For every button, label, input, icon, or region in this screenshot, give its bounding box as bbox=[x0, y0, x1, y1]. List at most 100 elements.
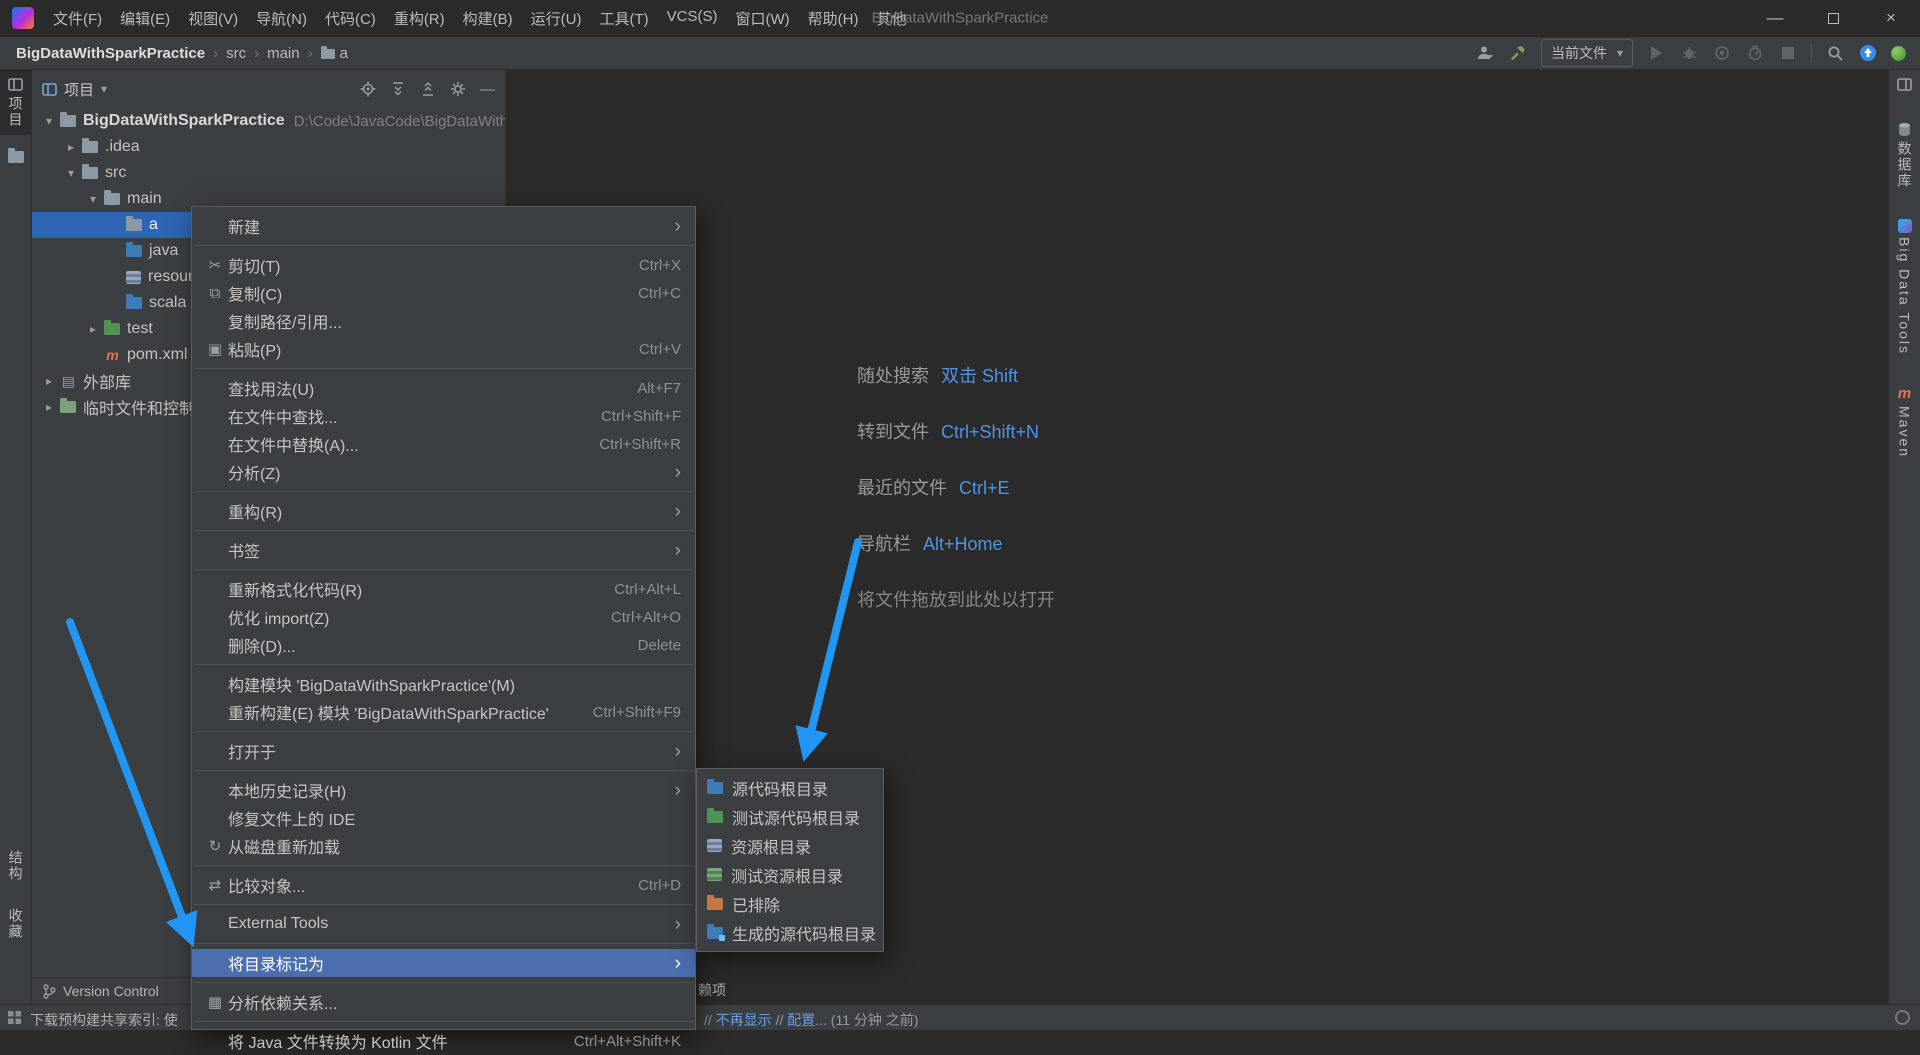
debug-button[interactable] bbox=[1679, 43, 1699, 63]
tree-item-project-root[interactable]: ▾ BigDataWithSparkPractice D:\Code\JavaC… bbox=[32, 108, 505, 134]
tool-window-notifications[interactable] bbox=[1889, 70, 1920, 99]
menu-item-convert-to-kotlin[interactable]: 将 Java 文件转换为 Kotlin 文件Ctrl+Alt+Shift+K bbox=[192, 1027, 695, 1055]
menu-item-refactor[interactable]: 重构(R)› bbox=[192, 497, 695, 525]
window-controls: — × bbox=[1746, 0, 1920, 36]
event-log-icon[interactable] bbox=[1895, 1010, 1910, 1025]
menu-refactor[interactable]: 重构(R) bbox=[385, 3, 454, 34]
build-hammer-icon[interactable] bbox=[1508, 43, 1528, 63]
menu-item-compare-with[interactable]: ⇄比较对象...Ctrl+D bbox=[192, 871, 695, 899]
tool-window-structure-tab[interactable]: 结构 bbox=[6, 850, 26, 882]
tree-item-idea[interactable]: ▸ .idea bbox=[32, 134, 505, 160]
breadcrumb-project[interactable]: BigDataWithSparkPractice bbox=[16, 45, 205, 62]
settings-gear-icon[interactable] bbox=[450, 81, 466, 97]
menu-item-local-history[interactable]: 本地历史记录(H)› bbox=[192, 776, 695, 804]
hint-navigation-bar: 导航栏Alt+Home bbox=[857, 530, 1055, 556]
menu-run[interactable]: 运行(U) bbox=[522, 3, 591, 34]
indexing-status-text[interactable]: 下载预构建共享索引: 使 bbox=[30, 1010, 178, 1030]
menu-item-new[interactable]: 新建› bbox=[192, 212, 695, 240]
menu-vcs[interactable]: VCS(S) bbox=[658, 3, 727, 34]
run-button[interactable] bbox=[1646, 43, 1666, 63]
chevron-right-icon[interactable]: ▸ bbox=[38, 374, 60, 388]
tree-label: .idea bbox=[105, 138, 140, 156]
expand-all-icon[interactable] bbox=[390, 81, 406, 97]
menu-item-copy[interactable]: ⧉复制(C)Ctrl+C bbox=[192, 279, 695, 307]
submenu-item-resources-root[interactable]: 资源根目录 bbox=[697, 831, 883, 860]
menu-code[interactable]: 代码(C) bbox=[316, 3, 385, 34]
submenu-item-sources-root[interactable]: 源代码根目录 bbox=[697, 773, 883, 802]
menu-item-reload-from-disk[interactable]: ↻从磁盘重新加载 bbox=[192, 832, 695, 860]
menu-item-repair-ide[interactable]: 修复文件上的 IDE bbox=[192, 804, 695, 832]
locate-file-icon[interactable] bbox=[360, 81, 376, 97]
chevron-right-icon[interactable]: ▸ bbox=[60, 140, 82, 154]
menu-window[interactable]: 窗口(W) bbox=[726, 3, 798, 34]
hide-panel-icon[interactable]: — bbox=[480, 81, 495, 98]
tool-window-favorites-tab[interactable]: 收藏 bbox=[6, 908, 26, 940]
tool-windows-toggle-icon[interactable] bbox=[7, 1010, 22, 1025]
dont-show-again-link[interactable]: 不再显示 bbox=[716, 1012, 772, 1028]
big-data-tools-icon bbox=[1898, 219, 1912, 233]
menu-item-external-tools[interactable]: External Tools› bbox=[192, 910, 695, 938]
toolbar-run-area: 当前文件 ▾ bbox=[1475, 37, 1906, 69]
menu-tools[interactable]: 工具(T) bbox=[590, 3, 657, 34]
submenu-item-test-sources-root[interactable]: 测试源代码根目录 bbox=[697, 802, 883, 831]
tool-window-project-tab[interactable]: 项目 bbox=[0, 70, 31, 135]
breadcrumb-main[interactable]: main bbox=[267, 45, 300, 62]
menu-item-find-usages[interactable]: 查找用法(U)Alt+F7 bbox=[192, 374, 695, 402]
update-project-icon[interactable] bbox=[1858, 43, 1878, 63]
submenu-item-excluded[interactable]: 已排除 bbox=[697, 889, 883, 918]
minimize-button[interactable]: — bbox=[1746, 0, 1804, 36]
profiler-button[interactable] bbox=[1745, 43, 1765, 63]
menu-navigate[interactable]: 导航(N) bbox=[247, 3, 316, 34]
menu-separator bbox=[194, 1021, 693, 1022]
menu-item-paste[interactable]: ▣粘贴(P)Ctrl+V bbox=[192, 335, 695, 363]
right-tool-strip: 数据库 Big Data Tools m Maven bbox=[1888, 70, 1920, 1004]
chevron-down-icon[interactable]: ▾ bbox=[38, 114, 60, 128]
menu-separator bbox=[194, 731, 693, 732]
menu-file[interactable]: 文件(F) bbox=[44, 3, 111, 34]
menu-item-mark-directory-as[interactable]: 将目录标记为› bbox=[192, 949, 695, 977]
chevron-right-icon[interactable]: ▸ bbox=[38, 400, 60, 414]
menu-view[interactable]: 视图(V) bbox=[179, 3, 247, 34]
search-everywhere-icon[interactable] bbox=[1825, 43, 1845, 63]
menu-item-replace-in-files[interactable]: 在文件中替换(A)...Ctrl+Shift+R bbox=[192, 430, 695, 458]
chevron-down-icon[interactable]: ▾ bbox=[60, 166, 82, 180]
maximize-button[interactable] bbox=[1804, 0, 1862, 36]
menu-item-delete[interactable]: 删除(D)...Delete bbox=[192, 631, 695, 659]
menu-build[interactable]: 构建(B) bbox=[454, 3, 522, 34]
menu-item-analyze[interactable]: 分析(Z)› bbox=[192, 458, 695, 486]
chevron-right-icon[interactable]: ▸ bbox=[82, 322, 104, 336]
tool-window-database-tab[interactable]: 数据库 bbox=[1889, 115, 1920, 196]
tool-window-big-data-tools-tab[interactable]: Big Data Tools bbox=[1889, 212, 1920, 362]
menu-item-build-module[interactable]: 构建模块 'BigDataWithSparkPractice'(M) bbox=[192, 670, 695, 698]
submenu-item-test-resources-root[interactable]: 测试资源根目录 bbox=[697, 860, 883, 889]
user-account-icon[interactable] bbox=[1475, 43, 1495, 63]
stop-button[interactable] bbox=[1778, 43, 1798, 63]
menu-item-optimize-imports[interactable]: 优化 import(Z)Ctrl+Alt+O bbox=[192, 603, 695, 631]
tree-item-src[interactable]: ▾ src bbox=[32, 160, 505, 186]
coverage-button[interactable] bbox=[1712, 43, 1732, 63]
menu-item-cut[interactable]: ✂剪切(T)Ctrl+X bbox=[192, 251, 695, 279]
collapse-all-icon[interactable] bbox=[420, 81, 436, 97]
paste-icon: ▣ bbox=[202, 340, 228, 358]
close-button[interactable]: × bbox=[1862, 0, 1920, 36]
menu-item-rebuild-module[interactable]: 重新构建(E) 模块 'BigDataWithSparkPractice'Ctr… bbox=[192, 698, 695, 726]
menu-help[interactable]: 帮助(H) bbox=[799, 3, 868, 34]
menu-item-find-in-files[interactable]: 在文件中查找...Ctrl+Shift+F bbox=[192, 402, 695, 430]
menu-item-reformat-code[interactable]: 重新格式化代码(R)Ctrl+Alt+L bbox=[192, 575, 695, 603]
menu-item-bookmarks[interactable]: 书签› bbox=[192, 536, 695, 564]
submenu-item-generated-sources-root[interactable]: 生成的源代码根目录 bbox=[697, 918, 883, 947]
menu-edit[interactable]: 编辑(E) bbox=[111, 3, 179, 34]
breadcrumb-a[interactable]: a bbox=[340, 45, 348, 62]
menu-item-copy-path[interactable]: 复制路径/引用... bbox=[192, 307, 695, 335]
bookmarks-folder-icon[interactable] bbox=[8, 151, 24, 163]
menu-item-open-in[interactable]: 打开于› bbox=[192, 737, 695, 765]
menu-item-analyze-dependencies[interactable]: ▦分析依赖关系... bbox=[192, 988, 695, 1016]
code-with-me-icon[interactable] bbox=[1891, 46, 1906, 61]
breadcrumb-src[interactable]: src bbox=[226, 45, 246, 62]
project-panel-title[interactable]: 项目 bbox=[64, 79, 94, 100]
tool-window-maven-tab[interactable]: m Maven bbox=[1889, 378, 1920, 465]
run-configuration-selector[interactable]: 当前文件 ▾ bbox=[1541, 39, 1633, 67]
compare-icon: ⇄ bbox=[202, 876, 228, 894]
chevron-down-icon[interactable]: ▾ bbox=[82, 192, 104, 206]
configure-link[interactable]: 配置... bbox=[787, 1012, 827, 1028]
